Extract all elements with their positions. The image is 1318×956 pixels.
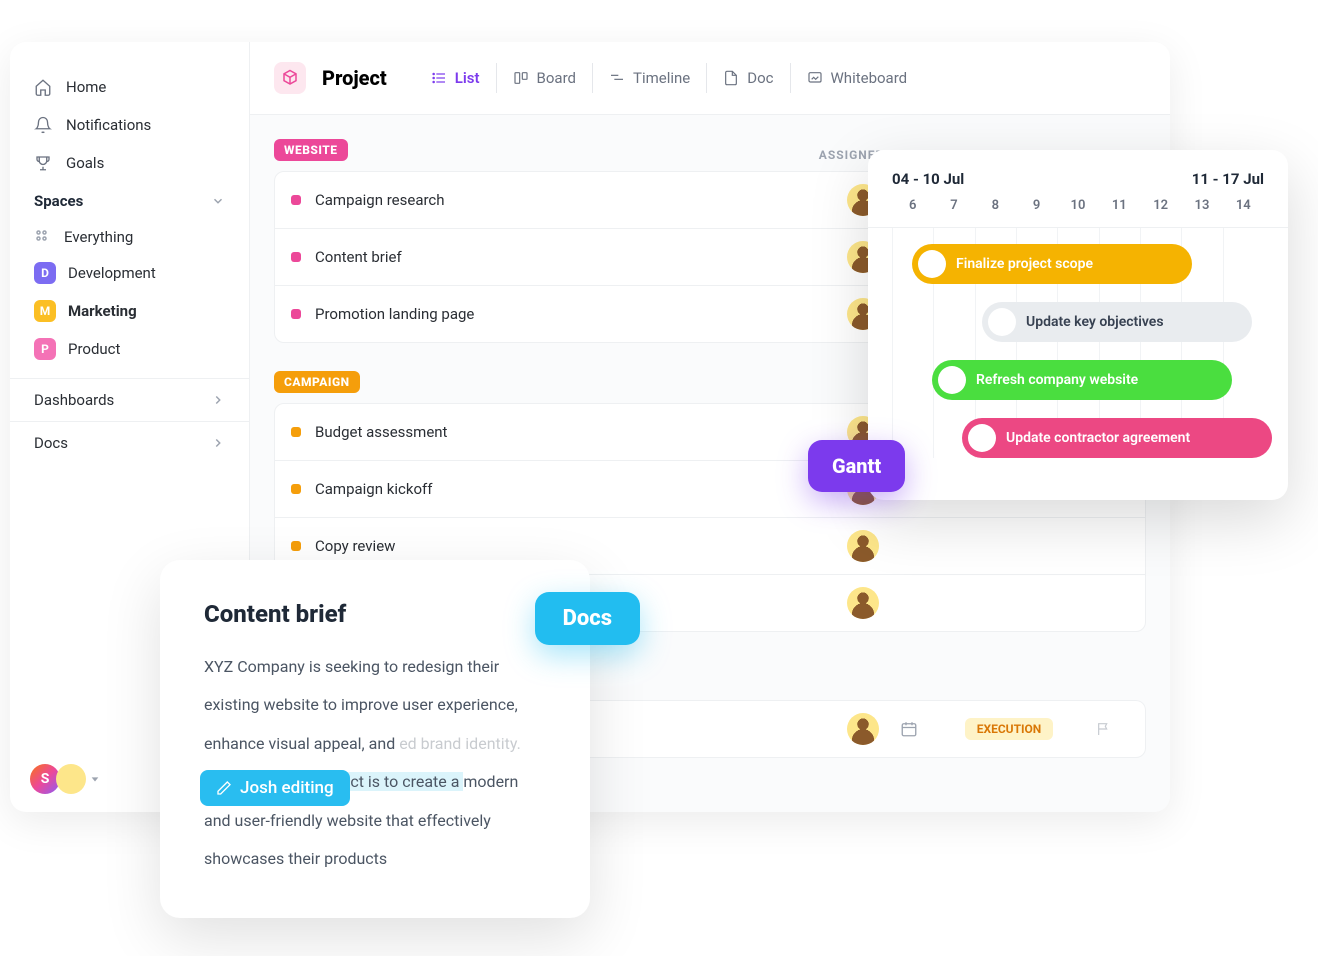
editing-indicator: Josh editing <box>200 770 350 806</box>
sidebar-dashboards[interactable]: Dashboards <box>10 378 249 421</box>
group-label-website[interactable]: WEBSITE <box>274 139 348 161</box>
task-status-dot <box>291 309 301 319</box>
doc-icon <box>723 70 739 86</box>
grid-icon <box>34 228 52 246</box>
view-tab-label: List <box>455 69 480 87</box>
gantt-bar[interactable]: Refresh company website <box>932 360 1232 400</box>
project-icon <box>274 62 306 94</box>
trophy-icon <box>34 154 52 172</box>
nav-label: Notifications <box>66 116 151 134</box>
gantt-avatar <box>968 424 996 452</box>
group-label-campaign[interactable]: CAMPAIGN <box>274 371 360 393</box>
view-tab-whiteboard[interactable]: Whiteboard <box>790 63 924 93</box>
chevron-right-icon <box>211 393 225 407</box>
task-name: Campaign kickoff <box>315 480 847 498</box>
bell-icon <box>34 116 52 134</box>
task-name: Budget assessment <box>315 423 847 441</box>
caret-down-icon <box>90 774 100 784</box>
board-icon <box>513 70 529 86</box>
chevron-down-icon <box>211 194 225 208</box>
gantt-range-1: 04 - 10 Jul <box>892 170 1192 188</box>
gantt-avatar <box>938 366 966 394</box>
gantt-day: 9 <box>1016 198 1057 213</box>
task-date[interactable] <box>879 720 939 738</box>
sidebar-docs[interactable]: Docs <box>10 421 249 464</box>
task-priority[interactable] <box>1079 721 1129 737</box>
gantt-day: 7 <box>933 198 974 213</box>
space-badge: D <box>34 262 56 284</box>
timeline-icon <box>609 70 625 86</box>
docs-title: Content brief <box>204 600 546 628</box>
home-icon <box>34 78 52 96</box>
task-status-dot <box>291 252 301 262</box>
nav-home[interactable]: Home <box>10 68 249 106</box>
gantt-bar-label: Refresh company website <box>976 372 1138 388</box>
assignee-avatar[interactable] <box>847 530 879 562</box>
docs-badge: Docs <box>535 592 640 645</box>
nav-label: Goals <box>66 154 104 172</box>
pencil-icon <box>216 780 232 796</box>
space-badge: M <box>34 300 56 322</box>
gantt-day: 11 <box>1099 198 1140 213</box>
gantt-day: 13 <box>1181 198 1222 213</box>
gantt-bar[interactable]: Update key objectives <box>982 302 1252 342</box>
gantt-day: 14 <box>1223 198 1264 213</box>
view-tab-label: Board <box>537 69 576 87</box>
gantt-avatar <box>918 250 946 278</box>
docs-body[interactable]: XYZ Company is seeking to redesign their… <box>204 648 546 878</box>
calendar-icon <box>900 720 918 738</box>
task-status-dot <box>291 195 301 205</box>
gantt-day: 10 <box>1057 198 1098 213</box>
gantt-day: 8 <box>975 198 1016 213</box>
task-name: Campaign research <box>315 191 847 209</box>
gantt-bar[interactable]: Update contractor agreement <box>962 418 1272 458</box>
task-status-dot <box>291 541 301 551</box>
project-title: Project <box>322 66 387 90</box>
gantt-badge: Gantt <box>808 440 905 492</box>
space-label: Product <box>68 340 120 358</box>
docs-panel: Content brief XYZ Company is seeking to … <box>160 560 590 918</box>
view-tab-label: Whiteboard <box>831 69 908 87</box>
view-tab-label: Doc <box>747 69 773 87</box>
sidebar-space-product[interactable]: P Product <box>10 330 249 368</box>
topbar: Project List Board Timeline Doc Whiteboa… <box>250 42 1170 115</box>
space-label: Development <box>68 264 156 282</box>
view-tab-timeline[interactable]: Timeline <box>592 63 706 93</box>
nav-bell[interactable]: Notifications <box>10 106 249 144</box>
gantt-bar-label: Update key objectives <box>1026 314 1164 330</box>
gantt-panel: 04 - 10 Jul 11 - 17 Jul 67891011121314 F… <box>868 150 1288 500</box>
task-status-dot <box>291 484 301 494</box>
gantt-day: 12 <box>1140 198 1181 213</box>
gantt-bar-label: Finalize project scope <box>956 256 1093 272</box>
assignee-avatar[interactable] <box>847 587 879 619</box>
spaces-header[interactable]: Spaces <box>10 182 249 220</box>
gantt-avatar <box>988 308 1016 336</box>
task-status-dot <box>291 427 301 437</box>
gantt-bar[interactable]: Finalize project scope <box>912 244 1192 284</box>
task-name: Content brief <box>315 248 847 266</box>
list-icon <box>431 70 447 86</box>
avatar <box>56 764 86 794</box>
gantt-bar-label: Update contractor agreement <box>1006 430 1190 446</box>
task-name: Promotion landing page <box>315 305 847 323</box>
sidebar-space-marketing[interactable]: M Marketing <box>10 292 249 330</box>
nav-trophy[interactable]: Goals <box>10 144 249 182</box>
view-tab-label: Timeline <box>633 69 690 87</box>
view-tab-board[interactable]: Board <box>496 63 592 93</box>
gantt-day: 6 <box>892 198 933 213</box>
nav-label: Home <box>66 78 106 96</box>
assignee-avatar[interactable] <box>847 713 879 745</box>
task-name: Copy review <box>315 537 847 555</box>
space-label: Marketing <box>68 302 137 320</box>
flag-icon <box>1096 721 1112 737</box>
task-status[interactable]: EXECUTION <box>939 718 1079 740</box>
space-badge: P <box>34 338 56 360</box>
view-tab-list[interactable]: List <box>415 63 496 93</box>
chevron-right-icon <box>211 436 225 450</box>
gantt-range-2: 11 - 17 Jul <box>1192 170 1264 188</box>
whiteboard-icon <box>807 70 823 86</box>
sidebar-space-development[interactable]: D Development <box>10 254 249 292</box>
view-tab-doc[interactable]: Doc <box>706 63 789 93</box>
sidebar-everything[interactable]: Everything <box>10 220 249 254</box>
